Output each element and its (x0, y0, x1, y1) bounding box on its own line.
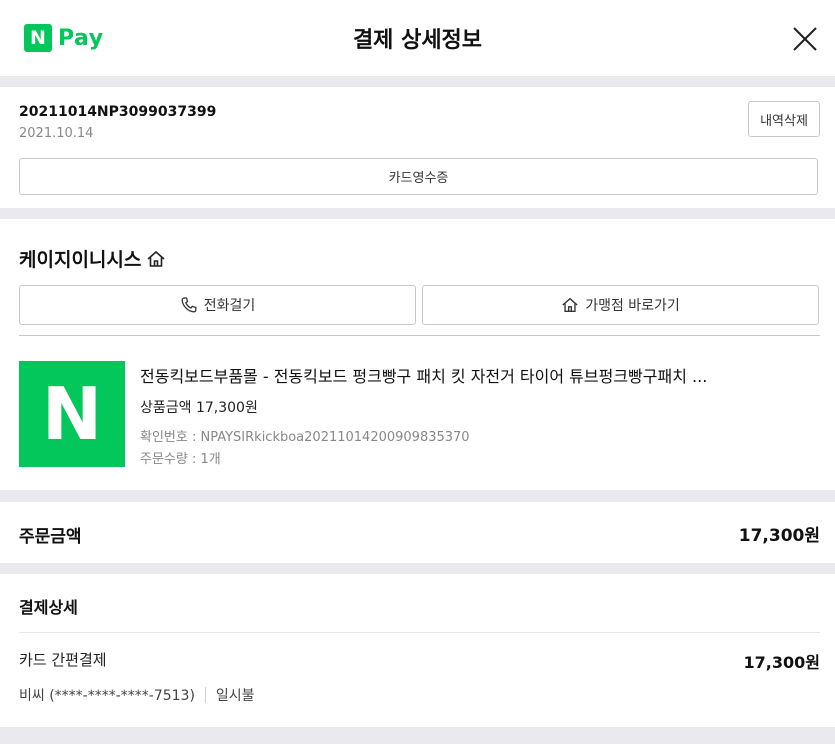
delete-history-button[interactable]: 내역삭제 (748, 101, 820, 137)
total-card: 주문금액 17,300원 (0, 502, 835, 563)
merchant-name-link[interactable]: 케이지이니시스 (19, 245, 166, 272)
order-total-value: 17,300원 (738, 526, 820, 546)
payment-detail-title: 결제상세 (19, 598, 78, 617)
close-icon (793, 27, 817, 51)
shop-link-button[interactable]: 가맹점 바로가기 (422, 285, 819, 325)
close-button[interactable] (790, 24, 820, 54)
merchant-card: 케이지이니시스 전화걸기 가맹점 바로가기 N 전동킥보드부품몰 - 전동킥보드… (0, 219, 835, 490)
phone-icon (181, 297, 197, 313)
payment-method: 카드 간편결제 (19, 651, 107, 669)
order-card: 20211014NP3099037399 2021.10.14 내역삭제 카드영… (0, 87, 835, 208)
separator (204, 687, 206, 703)
product-thumbnail[interactable]: N (19, 361, 125, 467)
call-label: 전화걸기 (203, 298, 256, 314)
shop-label: 가맹점 바로가기 (585, 298, 680, 314)
payment-detail-card: 결제상세 카드 간편결제 17,300원 비씨 (****-****-****-… (0, 574, 835, 727)
card-receipt-button[interactable]: 카드영수증 (19, 158, 818, 195)
home-icon (562, 297, 578, 312)
order-number: 20211014NP3099037399 (19, 104, 217, 120)
card-number: 비씨 (****-****-****-7513) (19, 688, 195, 704)
call-button[interactable]: 전화걸기 (19, 285, 416, 325)
header: N Pay 결제 상세정보 (0, 0, 835, 76)
divider (19, 632, 820, 633)
page-title: 결제 상세정보 (352, 28, 483, 53)
product-price: 상품금액 17,300원 (140, 400, 258, 416)
merchant-name: 케이지이니시스 (19, 249, 142, 271)
divider (19, 335, 820, 336)
installment-type: 일시불 (215, 688, 255, 704)
order-date: 2021.10.14 (19, 126, 94, 141)
home-icon (147, 250, 165, 267)
product-name[interactable]: 전동킥보드부품몰 - 전동킥보드 펑크빵구 패치 킷 자전거 타이어 튜브펑크빵… (140, 363, 815, 387)
confirmation-number: 확인번호 : NPAYSIRkickboa2021101420090983537… (140, 430, 470, 445)
payment-amount: 17,300원 (743, 653, 820, 672)
order-total-label: 주문금액 (19, 527, 82, 547)
order-quantity: 주문수량 : 1개 (140, 452, 221, 467)
card-info: 비씨 (****-****-****-7513) 일시불 (19, 685, 255, 705)
